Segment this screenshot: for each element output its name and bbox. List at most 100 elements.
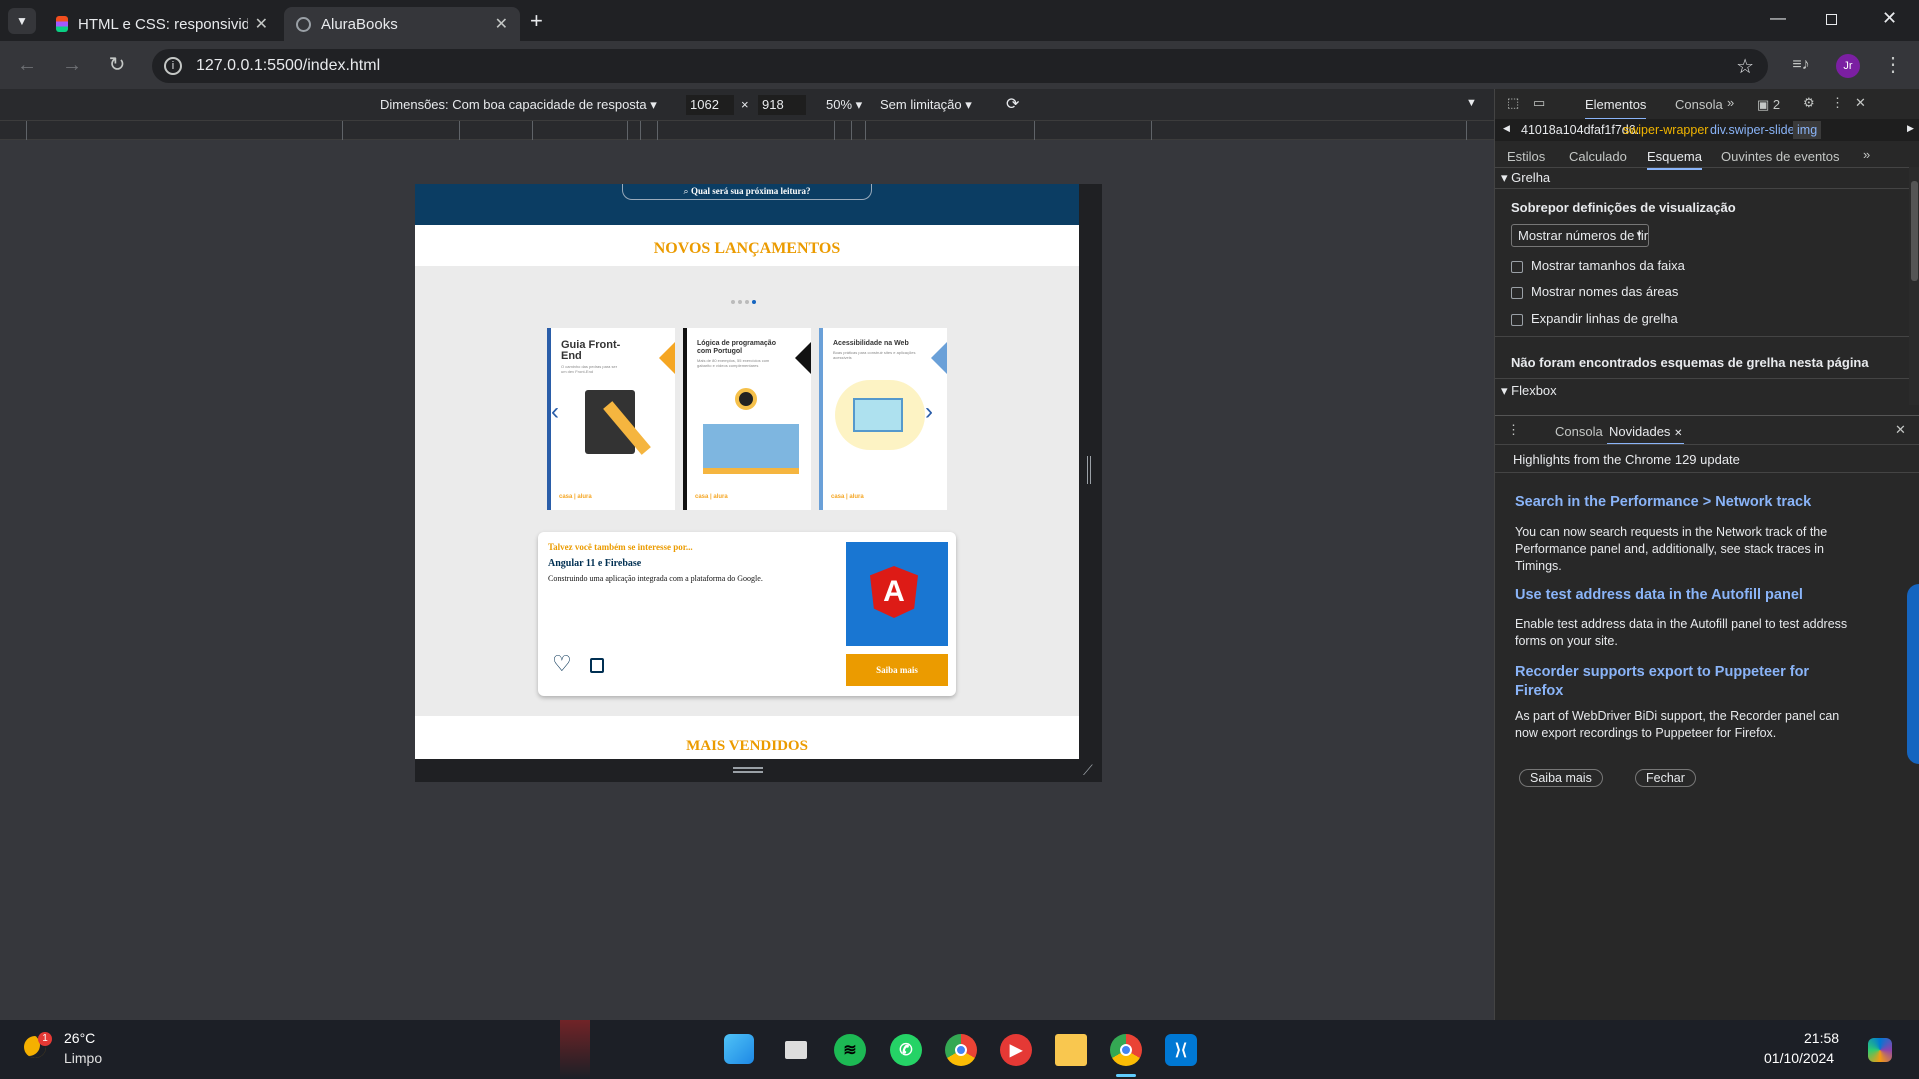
throttle-select[interactable]: Sem limitação ▾ xyxy=(880,97,972,113)
height-input[interactable]: 918 xyxy=(758,95,806,115)
news-close-button[interactable]: Fechar xyxy=(1635,769,1696,787)
tab-html-css[interactable]: HTML e CSS: responsividade co ✕ xyxy=(44,7,280,41)
carousel-prev-icon[interactable]: ‹ xyxy=(551,398,559,426)
tab-alurabooks[interactable]: AluraBooks ✕ xyxy=(284,7,520,41)
back-icon[interactable]: ← xyxy=(10,48,44,82)
inspect-icon[interactable]: ⬚ xyxy=(1507,95,1519,111)
book-cover[interactable]: Lógica de programação com Portugol Mais … xyxy=(683,328,811,510)
page-header: ⌕ Qual será sua próxima leitura? xyxy=(415,184,1079,225)
book-cover[interactable]: Guia Front-End O caminho das pedras para… xyxy=(547,328,675,510)
shopping-bag-icon[interactable] xyxy=(590,658,604,673)
pagination-dot[interactable] xyxy=(731,300,735,304)
subtab-calculado[interactable]: Calculado xyxy=(1569,149,1627,164)
chrome-profile-icon[interactable] xyxy=(1110,1034,1142,1066)
subtab-ouvintes[interactable]: Ouvintes de eventos xyxy=(1721,149,1840,164)
devtools-close-icon[interactable]: ✕ xyxy=(1855,95,1866,111)
corner-resize-icon[interactable]: ⟋ xyxy=(1083,762,1093,779)
right-resize-handle[interactable] xyxy=(1087,456,1091,484)
devtools-menu-icon[interactable]: ⋮ xyxy=(1831,95,1844,111)
weather-temp[interactable]: 26°C xyxy=(64,1030,95,1046)
settings-icon[interactable]: ⚙ xyxy=(1803,95,1815,111)
news-title[interactable]: Recorder supports export to Puppeteer fo… xyxy=(1515,663,1825,701)
taskbar: 1 26°C Limpo ≋ ✆ ▶ ⟩⟨ 21:58 01/10/2024 xyxy=(0,1020,1919,1079)
width-input[interactable]: 1062 xyxy=(686,95,734,115)
address-bar[interactable]: i 127.0.0.1:5500/index.html ☆ xyxy=(152,49,1768,83)
site-info-icon[interactable]: i xyxy=(164,57,182,75)
device-mode-icon[interactable]: ▭ xyxy=(1533,95,1545,111)
carousel-section: Guia Front-End O caminho das pedras para… xyxy=(415,266,1079,716)
book-accent xyxy=(931,338,947,378)
tab-search-button[interactable]: ▼ xyxy=(8,8,36,34)
minimize-icon[interactable]: — xyxy=(1770,10,1786,28)
task-view-icon[interactable] xyxy=(780,1034,812,1066)
pagination-dot-active[interactable] xyxy=(752,300,756,304)
profile-avatar[interactable]: Jr xyxy=(1836,54,1860,78)
close-window-icon[interactable]: ✕ xyxy=(1882,8,1897,29)
whatsapp-icon[interactable]: ✆ xyxy=(890,1034,922,1066)
restore-icon[interactable] xyxy=(1826,14,1837,25)
pagination-dot[interactable] xyxy=(738,300,742,304)
news-learn-more-button[interactable]: Saiba mais xyxy=(1519,769,1603,787)
more-tabs-icon[interactable]: » xyxy=(1727,95,1734,110)
flexbox-section-header[interactable]: ▾ Flexbox xyxy=(1501,383,1557,399)
chrome-icon[interactable] xyxy=(945,1034,977,1066)
tab-consola[interactable]: Consola xyxy=(1675,97,1723,112)
reload-icon[interactable]: ↻ xyxy=(100,48,134,82)
search-icon: ⌕ xyxy=(683,186,689,196)
device-options-icon[interactable]: ▼ xyxy=(1466,97,1477,109)
drawer-tab-consola[interactable]: Consola xyxy=(1555,424,1603,439)
breadcrumb-left-icon[interactable]: ◀ xyxy=(1503,123,1510,134)
zoom-select[interactable]: 50% ▾ xyxy=(826,97,862,113)
book-title: Acessibilidade na Web xyxy=(833,340,909,347)
youtube-music-icon[interactable]: ▶ xyxy=(1000,1034,1032,1066)
menu-icon[interactable]: ⋮ xyxy=(1876,48,1910,82)
tab-elementos[interactable]: Elementos xyxy=(1585,97,1647,120)
lightbulb-icon xyxy=(735,388,757,410)
forward-icon[interactable]: → xyxy=(55,48,89,82)
saiba-mais-button[interactable]: Saiba mais xyxy=(846,654,948,686)
news-title[interactable]: Search in the Performance > Network trac… xyxy=(1515,494,1855,510)
grid-section-header[interactable]: ▾ Grelha xyxy=(1501,170,1550,186)
line-numbers-select[interactable]: Mostrar números de lir ▼ xyxy=(1511,224,1649,247)
drawer-menu-icon[interactable]: ⋮ xyxy=(1507,422,1520,438)
breadcrumb-item[interactable]: 41018a104dfaf1f7d6. xyxy=(1521,123,1639,137)
spotify-icon[interactable]: ≋ xyxy=(834,1034,866,1066)
dimensions-select[interactable]: Dimensões: Com boa capacidade de respost… xyxy=(380,97,657,113)
carousel-next-icon[interactable]: › xyxy=(925,398,933,426)
bookmark-star-icon[interactable]: ☆ xyxy=(1736,54,1754,79)
clock-time[interactable]: 21:58 xyxy=(1804,1030,1839,1046)
drawer-close-icon[interactable]: ✕ xyxy=(1895,422,1906,438)
clock-date[interactable]: 01/10/2024 xyxy=(1764,1050,1834,1066)
checkbox-extend-lines[interactable]: Expandir linhas de grelha xyxy=(1511,311,1678,326)
pagination-dot[interactable] xyxy=(745,300,749,304)
more-subtabs-icon[interactable]: » xyxy=(1863,147,1870,162)
windows-start-icon[interactable] xyxy=(724,1034,754,1064)
breadcrumb-right-icon[interactable]: ▶ xyxy=(1907,123,1914,134)
rotate-icon[interactable]: ⟳ xyxy=(1006,94,1019,114)
search-input[interactable]: ⌕ Qual será sua próxima leitura? xyxy=(622,184,872,200)
bottom-resize-handle[interactable] xyxy=(733,767,763,773)
new-tab-button[interactable]: + xyxy=(530,8,543,34)
issues-icon[interactable]: ▣ 2 xyxy=(1757,97,1780,113)
breadcrumb-item[interactable]: swiper-wrapper xyxy=(1623,123,1708,137)
checkbox-area-names[interactable]: Mostrar nomes das áreas xyxy=(1511,284,1678,299)
breadcrumb-item[interactable]: img xyxy=(1793,121,1822,139)
device-toolbar: Dimensões: Com boa capacidade de respost… xyxy=(0,89,1494,120)
checkbox-track-sizes[interactable]: Mostrar tamanhos da faixa xyxy=(1511,258,1685,273)
close-tab-icon[interactable]: ✕ xyxy=(255,14,268,34)
issues-count: 2 xyxy=(1772,97,1781,112)
vscode-icon[interactable]: ⟩⟨ xyxy=(1165,1034,1197,1066)
drawer-tab-novidades[interactable]: Novidades ✕ xyxy=(1607,424,1685,445)
copilot-icon[interactable] xyxy=(1868,1038,1892,1062)
media-icon[interactable]: ≡♪ xyxy=(1784,48,1818,82)
weather-desc[interactable]: Limpo xyxy=(64,1050,102,1066)
close-tab-icon[interactable]: ✕ xyxy=(1674,428,1682,439)
favorite-heart-icon[interactable]: ♡ xyxy=(552,653,572,675)
news-title[interactable]: Use test address data in the Autofill pa… xyxy=(1515,587,1855,603)
subtab-estilos[interactable]: Estilos xyxy=(1507,149,1545,164)
layout-scrollbar[interactable] xyxy=(1909,167,1919,405)
news-body: Enable test address data in the Autofill… xyxy=(1515,617,1848,648)
file-explorer-icon[interactable] xyxy=(1055,1034,1087,1066)
breadcrumb-item[interactable]: div.swiper-slide xyxy=(1710,123,1795,137)
close-tab-icon[interactable]: ✕ xyxy=(495,14,508,34)
